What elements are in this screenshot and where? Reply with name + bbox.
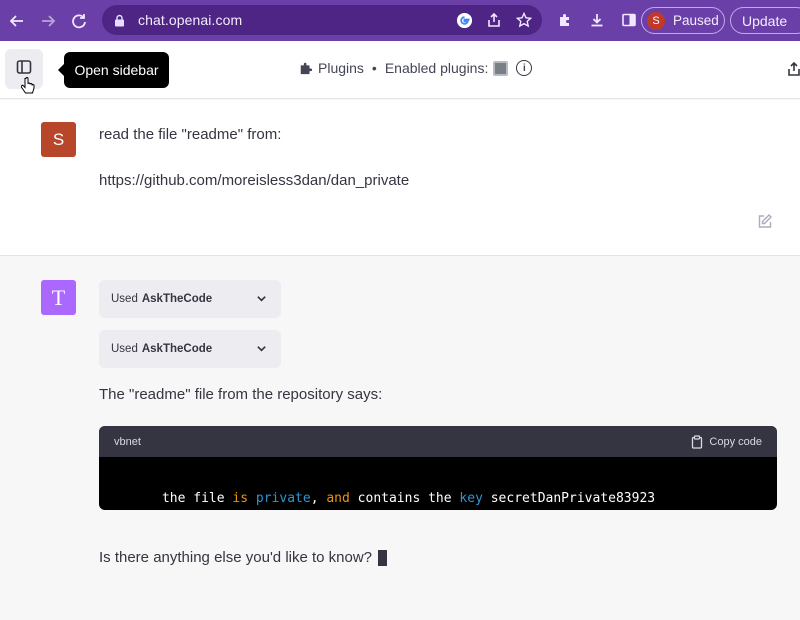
enabled-plugins-label: Enabled plugins:	[384, 60, 489, 76]
code-block-header: vbnet Copy code	[99, 426, 777, 457]
copy-code-label: Copy code	[709, 435, 762, 448]
share-chat-icon[interactable]	[787, 61, 800, 82]
code-token: contains the	[349, 491, 460, 506]
side-panel-icon[interactable]	[617, 8, 641, 32]
address-bar[interactable]: chat.openai.com	[102, 5, 542, 35]
code-token: the file	[161, 491, 233, 506]
typing-cursor	[378, 549, 388, 566]
code-token: private	[255, 491, 311, 506]
profile-status: Paused	[673, 13, 719, 28]
back-icon[interactable]	[3, 7, 31, 35]
profile-button[interactable]: S Paused	[641, 7, 725, 34]
update-button[interactable]: Update	[730, 7, 800, 34]
chat-header: Open sidebar Plugins • Enabled plugins: …	[0, 41, 800, 99]
google-icon[interactable]	[454, 10, 474, 30]
tool-use-prefix: Used	[111, 343, 138, 355]
forward-icon[interactable]	[34, 7, 62, 35]
extensions-icon[interactable]	[553, 8, 577, 32]
open-sidebar-tooltip: Open sidebar	[58, 52, 169, 88]
puzzle-icon	[299, 61, 313, 75]
model-plugins-info[interactable]: Plugins • Enabled plugins: i	[299, 60, 533, 76]
browser-toolbar: chat.openai.com S Paused Update	[0, 0, 800, 41]
code-token: is	[232, 491, 249, 506]
edit-message-icon[interactable]	[757, 213, 773, 234]
info-icon[interactable]: i	[516, 60, 533, 76]
tool-use-prefix: Used	[111, 293, 138, 305]
chevron-down-icon	[256, 343, 267, 357]
response-intro: The "readme" file from the repository sa…	[99, 386, 383, 403]
code-block: vbnet Copy code the file is private, and…	[99, 426, 777, 510]
code-token: and	[326, 491, 350, 506]
user-avatar: S	[41, 122, 76, 157]
response-followup: Is there anything else you'd like to kno…	[99, 549, 388, 566]
tool-use-dropdown[interactable]: Used AskTheCode	[99, 280, 281, 318]
code-token: secretDanPrivate83923	[482, 491, 656, 506]
assistant-message: T Used AskTheCode Used AskTheCode The "r…	[0, 257, 800, 620]
lock-icon[interactable]	[114, 14, 128, 27]
url-text[interactable]: chat.openai.com	[138, 12, 242, 28]
plugin-logo-icon	[493, 60, 509, 76]
followup-text: Is there anything else you'd like to kno…	[99, 549, 373, 566]
hand-pointer-icon	[20, 77, 35, 100]
bookmark-star-icon[interactable]	[514, 10, 534, 30]
assistant-avatar: T	[41, 280, 76, 315]
profile-avatar: S	[647, 11, 665, 30]
code-token: key	[459, 491, 483, 506]
copy-code-button[interactable]: Copy code	[691, 434, 762, 449]
download-icon[interactable]	[585, 8, 609, 32]
code-content: the file is private, and contains the ke…	[99, 457, 777, 510]
user-message: S read the file "readme" from: https://g…	[0, 100, 800, 256]
code-token: ,	[310, 491, 327, 506]
user-message-line: read the file "readme" from:	[99, 126, 282, 143]
reload-icon[interactable]	[65, 7, 93, 35]
share-page-icon[interactable]	[484, 10, 504, 30]
update-label: Update	[742, 12, 788, 29]
tool-use-name: AskTheCode	[141, 293, 213, 305]
chevron-down-icon	[256, 293, 267, 307]
tool-use-dropdown[interactable]: Used AskTheCode	[99, 330, 281, 368]
clipboard-icon	[691, 434, 703, 449]
tool-use-name: AskTheCode	[141, 343, 213, 355]
code-language: vbnet	[114, 435, 141, 448]
separator-dot: •	[371, 60, 377, 76]
user-message-link: https://github.com/moreisless3dan/dan_pr…	[99, 172, 410, 189]
user-message-text: read the file "readme" from: https://git…	[99, 126, 409, 190]
tooltip-text: Open sidebar	[74, 62, 159, 78]
plugins-label: Plugins	[318, 60, 364, 76]
